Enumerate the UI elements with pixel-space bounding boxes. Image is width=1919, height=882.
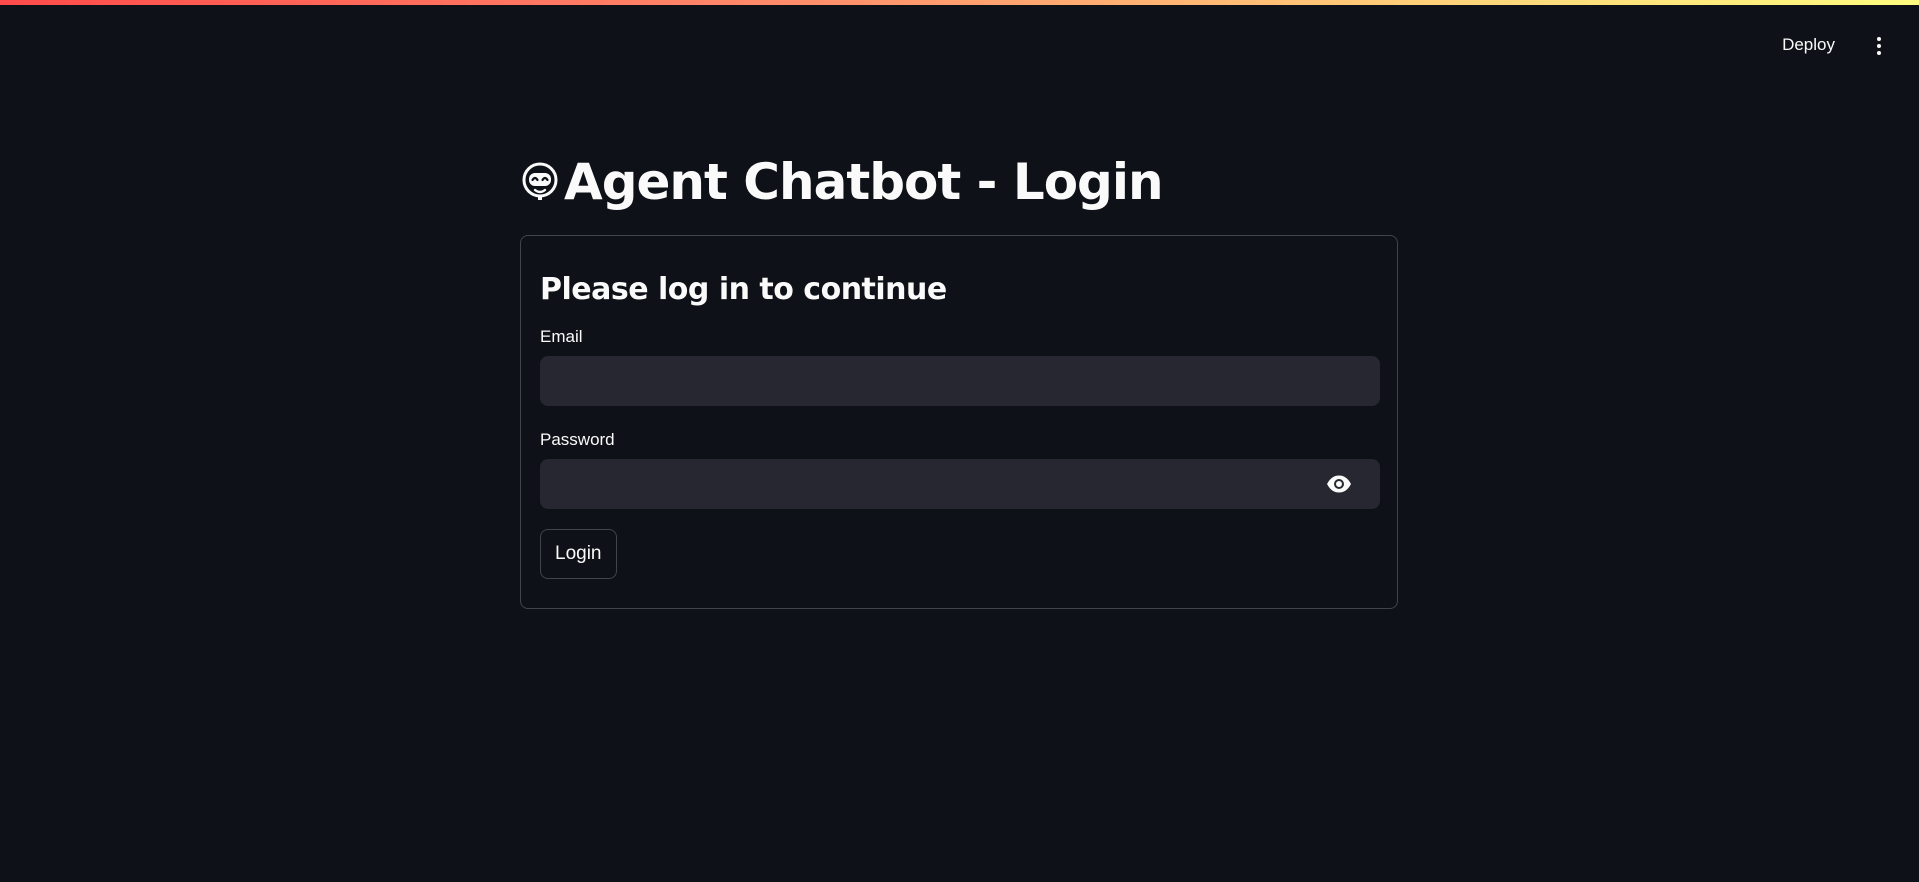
login-button[interactable]: Login bbox=[540, 529, 617, 579]
vertical-dots-icon-dot bbox=[1877, 44, 1881, 48]
vertical-dots-icon bbox=[1877, 37, 1881, 41]
email-label: Email bbox=[540, 327, 583, 346]
password-group: Password bbox=[540, 430, 1380, 509]
password-field-box bbox=[540, 459, 1380, 509]
deploy-button[interactable]: Deploy bbox=[1774, 31, 1843, 59]
password-label: Password bbox=[540, 430, 615, 449]
login-form: Please log in to continue Email Password… bbox=[520, 235, 1398, 609]
app-header: Deploy bbox=[0, 5, 1919, 81]
main-content: Agent Chatbot - Login Please log in to c… bbox=[520, 140, 1400, 609]
email-group: Email bbox=[540, 327, 1380, 406]
form-heading: Please log in to continue bbox=[540, 272, 947, 307]
email-field[interactable] bbox=[540, 356, 1380, 406]
title-row: Agent Chatbot - Login bbox=[520, 140, 1400, 224]
robot-face-icon bbox=[522, 162, 558, 200]
main-menu-button[interactable] bbox=[1867, 31, 1891, 61]
password-field[interactable] bbox=[540, 459, 1380, 509]
page-title: Agent Chatbot - Login bbox=[564, 153, 1164, 211]
eye-icon[interactable] bbox=[1326, 473, 1352, 495]
email-field-box bbox=[540, 356, 1380, 406]
vertical-dots-icon-dot bbox=[1877, 51, 1881, 55]
